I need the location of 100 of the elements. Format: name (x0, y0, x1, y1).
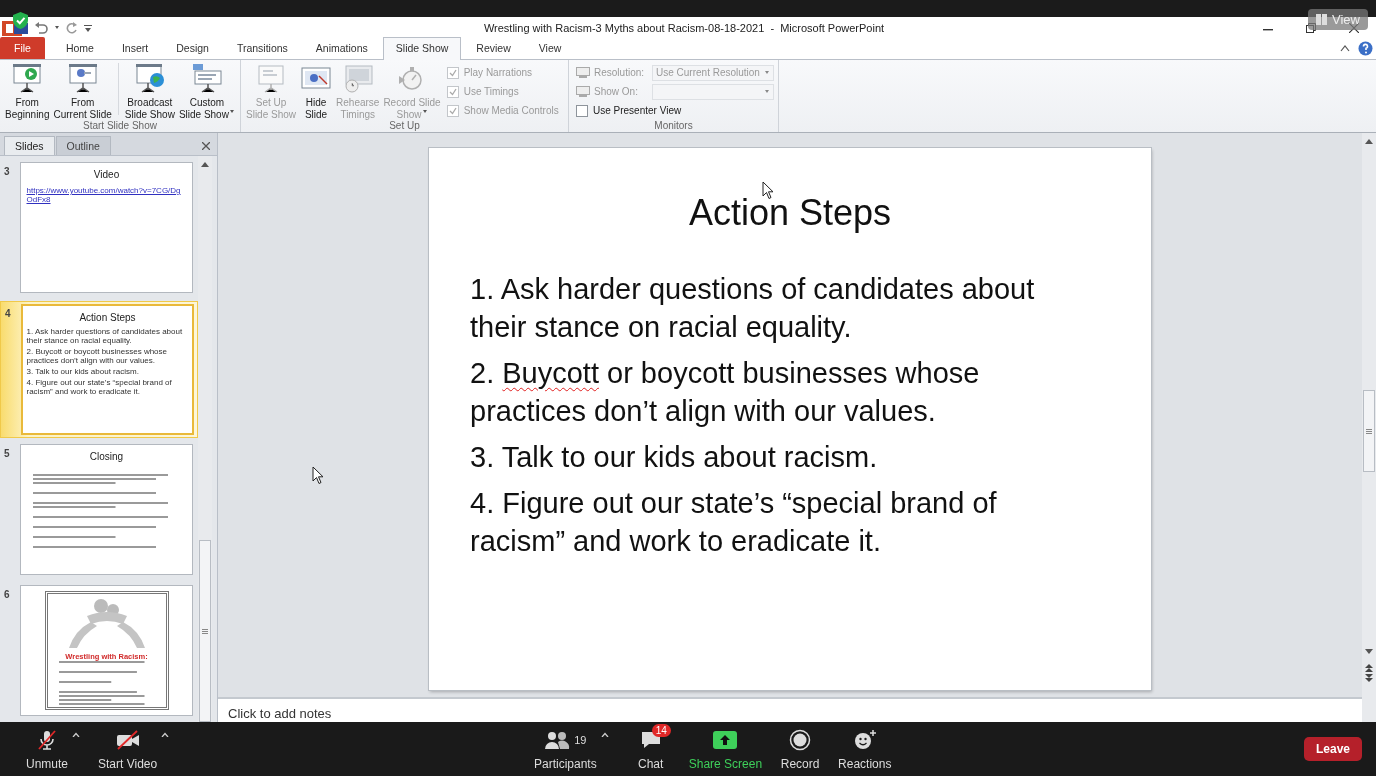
mouse-pointer-icon (312, 466, 324, 485)
projection-screen-icon (66, 63, 99, 93)
group-label: Monitors (653, 120, 694, 132)
screen-play-icon (11, 63, 44, 93)
panel-tab[interactable]: Outline (55, 136, 111, 155)
toolbar-button[interactable]: Reactions (834, 727, 896, 771)
toolbar-button[interactable]: 19 Participants (530, 727, 601, 771)
ribbon-button[interactable]: Hide Slide (298, 63, 335, 120)
thumbnail-text: 4. Figure out our state’s “special brand of racism” and work to eradicate it. (26, 378, 173, 396)
slide-number: 3 (4, 165, 11, 179)
down-arrow-icon (1365, 649, 1373, 654)
checkbox-label: Show Media Controls (463, 105, 559, 116)
grip-icon (202, 628, 208, 634)
checkbox-option[interactable]: Use Presenter View (576, 101, 774, 120)
ribbon-button[interactable]: Broadcast Slide Show (122, 63, 177, 120)
ribbon-button[interactable]: From Current Slide (51, 63, 114, 120)
redo-icon[interactable] (66, 21, 78, 34)
thumbnail-title: Video (93, 169, 120, 180)
ribbon-tab[interactable]: File (0, 37, 45, 59)
slide-thumbnail[interactable]: Closing (20, 444, 193, 575)
thumbnail-title: Action Steps (79, 312, 136, 323)
caret-icon (421, 108, 428, 114)
screen-list-icon (190, 63, 223, 93)
customize-icon[interactable] (84, 22, 92, 33)
slide-point: 2. Buycott or boycott businesses whose practices don’t align with our values. (470, 356, 981, 429)
screen-globe-icon (133, 63, 166, 93)
monitor-icon (576, 67, 590, 78)
caret-icon[interactable] (600, 731, 609, 737)
notes-placeholder: Click to add notes (228, 706, 332, 721)
slide-number: 4 (5, 307, 12, 321)
checkbox-label: Play Narrations (463, 67, 532, 78)
collapse-ribbon-icon[interactable] (1340, 44, 1350, 52)
restore-icon[interactable] (1306, 22, 1316, 33)
group-label: Set Up (388, 120, 421, 132)
grid-icon (1316, 14, 1328, 25)
unread-badge: 14 (651, 723, 671, 737)
slide-number: 6 (4, 588, 11, 602)
ribbon-tab[interactable]: Transitions (223, 37, 301, 59)
monitor-icon (576, 86, 590, 97)
checkbox-label: Use Presenter View (593, 105, 682, 116)
notes-pane[interactable]: Click to add notes (218, 699, 1362, 722)
next-slide-icon[interactable] (1365, 674, 1373, 682)
scrollbar[interactable] (198, 156, 212, 722)
checkbox-label: Use Timings (463, 86, 519, 97)
panel-tab[interactable]: Slides (4, 136, 55, 155)
view-label: View (1332, 12, 1360, 27)
scrollbar[interactable] (1362, 133, 1376, 722)
smiley-plus-icon (852, 728, 877, 751)
ribbon-tab[interactable]: Design (163, 37, 222, 59)
ribbon-tab[interactable]: Insert (108, 37, 162, 59)
caret-icon[interactable] (161, 731, 170, 737)
window-title: Wrestling with Racism-3 Myths about Racism-08-18-2021 - Microsoft PowerPoint (482, 21, 886, 34)
help-icon[interactable] (1358, 40, 1373, 56)
slide-thumbnail[interactable]: Video https://www.youtube.com/watch?v=7CG/DgOdFx8 (20, 162, 193, 293)
close-icon[interactable] (202, 142, 210, 150)
checkmark-icon (448, 87, 457, 96)
grip-icon (1366, 428, 1372, 434)
thumbnail-text: 3. Talk to our kids about racism. (26, 367, 140, 376)
ribbon-tab[interactable]: View (525, 37, 575, 59)
caret-icon[interactable] (72, 731, 81, 737)
thumbnail-title: Closing (89, 451, 124, 462)
caret-icon (764, 70, 770, 75)
toolbar-button[interactable]: Unmute (22, 727, 73, 771)
field-label: Resolution: (594, 67, 646, 78)
toolbar-button[interactable]: Start Video (94, 727, 162, 771)
caret-icon[interactable] (54, 25, 60, 30)
ribbon-tab[interactable]: Review (463, 37, 524, 59)
slide-title: Action Steps (688, 192, 892, 234)
caret-icon (764, 89, 770, 94)
thumbnail-text: 1. Ask harder questions of candidates about their stance on racial equality. (26, 327, 184, 345)
toolbar-button[interactable]: Record (776, 727, 825, 771)
people-icon (544, 729, 571, 750)
up-arrow-icon (1365, 139, 1373, 144)
checkbox[interactable] (576, 104, 588, 117)
ribbon-tab[interactable]: Home (52, 37, 107, 59)
previous-slide-icon[interactable] (1365, 664, 1373, 672)
share-screen-icon (713, 730, 738, 749)
ribbon-button[interactable]: From Beginning (3, 63, 52, 120)
mouse-pointer-icon (762, 181, 774, 200)
slide-point: 1. Ask harder questions of candidates about their stance on racial equality. (470, 272, 1036, 345)
participant-count: 19 (574, 733, 587, 746)
link[interactable]: https://www.youtube.com/watch?v=7CG/DgOdFx8 (26, 186, 187, 204)
group-label: Start Slide Show (82, 120, 158, 132)
ribbon-tab[interactable]: Animations (302, 37, 381, 59)
caret-icon (228, 108, 235, 114)
slide-thumbnail[interactable] (21, 304, 194, 435)
slide-number: 5 (4, 447, 11, 461)
slide-point: 3. Talk to our kids about racism. (470, 440, 879, 475)
undo-icon[interactable] (34, 21, 48, 34)
checkmark-icon (448, 68, 457, 77)
field-label: Show On: (594, 86, 639, 97)
leave-button[interactable]: Leave (1303, 737, 1362, 761)
checkmark-icon (448, 106, 457, 115)
thumbnail-text: 2. Buycott or boycott businesses whose practices don’t align with our values. (26, 347, 169, 365)
up-arrow-icon (201, 162, 209, 167)
ribbon-button[interactable]: Custom Slide Show (176, 63, 237, 120)
toolbar-button[interactable]: Share Screen (684, 727, 767, 771)
ribbon-tab[interactable]: Slide Show (382, 37, 462, 60)
slide-point: 4. Figure out our state’s “special brand of racism” and work to eradicate it. (470, 486, 998, 559)
record-icon (789, 728, 812, 751)
